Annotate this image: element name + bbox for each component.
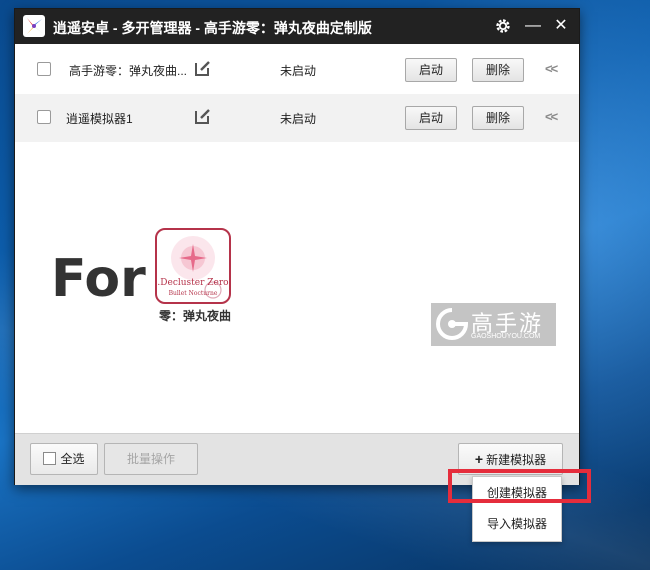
edit-name-button[interactable] — [194, 107, 212, 125]
multi-instance-manager-window: 逍遥安卓 - 多开管理器 - 高手游零：弹丸夜曲定制版 — ✕ 高手游零：弹丸夜… — [14, 8, 580, 485]
batch-operation-button[interactable]: 批量操作 — [104, 443, 198, 475]
game-caption: 零：弹丸夜曲 — [158, 309, 231, 323]
select-all-label: 全选 — [60, 452, 85, 466]
emulator-row: 逍遥模拟器1 未启动 启动 删除 << — [15, 94, 579, 142]
delete-button[interactable]: 删除 — [472, 106, 524, 130]
promo-for-text: For — [51, 249, 146, 309]
highlight-annotation-box — [448, 469, 591, 503]
plus-icon: + — [474, 451, 484, 467]
window-title: 逍遥安卓 - 多开管理器 - 高手游零：弹丸夜曲定制版 — [53, 20, 372, 36]
game-icon-subtitle: Bullet Nocturne — [168, 290, 218, 297]
title-bar[interactable]: 逍遥安卓 - 多开管理器 - 高手游零：弹丸夜曲定制版 — ✕ — [15, 9, 579, 44]
edit-name-button[interactable] — [194, 59, 212, 77]
close-button[interactable]: ✕ — [551, 16, 571, 36]
app-logo-icon — [23, 15, 45, 37]
start-button[interactable]: 启动 — [405, 58, 457, 82]
emulator-name: 高手游零：弹丸夜曲... — [69, 64, 188, 78]
minimize-icon: — — [525, 17, 541, 34]
site-watermark-logo: 高手游 GAOSHOUYOU.COM — [431, 303, 556, 346]
minimize-button[interactable]: — — [523, 16, 543, 36]
collapse-button[interactable]: << — [545, 61, 558, 76]
select-all-button[interactable]: 全选 — [30, 443, 98, 475]
emulator-name: 逍遥模拟器1 — [66, 112, 133, 126]
site-logo-domain: GAOSHOUYOU.COM — [471, 333, 541, 340]
close-icon: ✕ — [554, 17, 568, 34]
select-all-checkbox[interactable] — [43, 452, 57, 465]
row-checkbox[interactable] — [37, 110, 51, 124]
game-icon: .Decluster Zero Bullet Nocturne — [155, 228, 231, 304]
import-emulator-item[interactable]: 导入模拟器 — [473, 509, 561, 539]
gear-icon — [496, 19, 510, 33]
site-logo-icon — [436, 308, 469, 340]
row-checkbox[interactable] — [37, 62, 51, 76]
new-emulator-label: 新建模拟器 — [486, 453, 547, 467]
delete-button[interactable]: 删除 — [472, 58, 524, 82]
edit-icon — [195, 109, 210, 124]
settings-button[interactable] — [493, 16, 513, 36]
edit-icon — [195, 61, 210, 76]
emulator-status: 未启动 — [280, 64, 317, 78]
emulator-status: 未启动 — [280, 112, 317, 126]
game-icon-title: .Decluster Zero — [157, 278, 229, 288]
collapse-button[interactable]: << — [545, 109, 558, 124]
emulator-row: 高手游零：弹丸夜曲... 未启动 启动 删除 << — [15, 46, 579, 94]
start-button[interactable]: 启动 — [405, 106, 457, 130]
